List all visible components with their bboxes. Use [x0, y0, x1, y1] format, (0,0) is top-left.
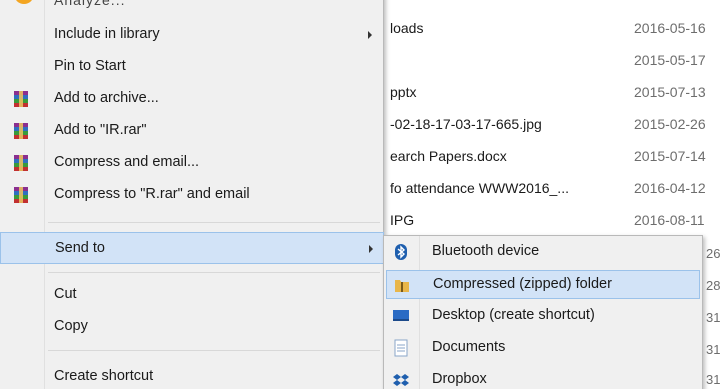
- menu-item-label: Compress to "R.rar" and email: [54, 186, 250, 202]
- file-date: 2015-02-26: [634, 116, 706, 132]
- submenu-arrow-icon: [369, 245, 373, 253]
- file-date: 2016-08-11: [634, 212, 705, 228]
- menu-item-compress-and-email[interactable]: Compress and email...: [0, 148, 384, 178]
- menu-item-label: Cut: [54, 286, 77, 302]
- file-date-partial: 28: [706, 278, 721, 293]
- file-row[interactable]: -02-18-17-03-17-665.jpg 2015-02-26: [384, 112, 726, 138]
- menu-item-label: Analyze...: [54, 0, 126, 8]
- submenu-item-dropbox[interactable]: Dropbox: [386, 366, 700, 389]
- menu-item-copy[interactable]: Copy: [0, 312, 384, 342]
- menu-item-label: Add to archive...: [54, 90, 159, 106]
- file-name: -02-18-17-03-17-665.jpg: [390, 116, 542, 132]
- file-name: earch Papers.docx: [390, 148, 507, 164]
- menu-item-include-in-library[interactable]: Include in library: [0, 20, 384, 50]
- menu-item-create-shortcut[interactable]: Create shortcut: [0, 362, 384, 389]
- menu-item-label: Copy: [54, 318, 88, 334]
- context-menu: Analyze... Include in library Pin to Sta…: [0, 0, 384, 389]
- submenu-item-label: Desktop (create shortcut): [432, 307, 595, 323]
- file-name: pptx: [390, 84, 417, 100]
- submenu-arrow-icon: [368, 31, 372, 39]
- menu-separator: [48, 272, 380, 273]
- submenu-item-label: Dropbox: [432, 371, 487, 387]
- winrar-icon: [14, 187, 28, 203]
- menu-item-label: Include in library: [54, 26, 160, 42]
- winrar-icon: [14, 91, 28, 107]
- file-date: 2015-07-13: [634, 84, 706, 100]
- file-date-partial: 31: [706, 372, 721, 387]
- menu-item-label: Pin to Start: [54, 58, 126, 74]
- submenu-item-label: Bluetooth device: [432, 243, 540, 259]
- zip-folder-icon: [395, 280, 409, 292]
- send-to-submenu: Bluetooth device Compressed (zipped) fol…: [383, 235, 703, 389]
- menu-item-label: Add to "IR.rar": [54, 122, 147, 138]
- file-date: 2015-07-14: [634, 148, 706, 164]
- submenu-item-label: Documents: [432, 339, 506, 355]
- file-row[interactable]: earch Papers.docx 2015-07-14: [384, 144, 726, 170]
- submenu-item-documents[interactable]: Documents: [386, 334, 700, 363]
- menu-item-add-to-rar[interactable]: Add to "IR.rar": [0, 116, 384, 146]
- file-name: loads: [390, 20, 424, 36]
- documents-icon: [394, 339, 408, 357]
- scan-icon: [14, 0, 34, 4]
- menu-item-label: Create shortcut: [54, 368, 154, 384]
- menu-item-pin-to-start[interactable]: Pin to Start: [0, 52, 384, 82]
- submenu-item-compressed-folder[interactable]: Compressed (zipped) folder: [386, 270, 700, 299]
- winrar-icon: [14, 123, 28, 139]
- menu-item-cut[interactable]: Cut: [0, 280, 384, 310]
- dropbox-icon: [393, 374, 409, 386]
- file-name: fo attendance WWW2016_...: [390, 180, 569, 196]
- submenu-item-label: Compressed (zipped) folder: [433, 276, 612, 292]
- menu-item-label: Compress and email...: [54, 154, 200, 170]
- menu-item-add-to-archive[interactable]: Add to archive...: [0, 84, 384, 114]
- submenu-item-bluetooth[interactable]: Bluetooth device: [386, 238, 700, 267]
- menu-separator: [48, 222, 380, 223]
- file-date-partial: 31: [706, 342, 721, 357]
- submenu-item-desktop[interactable]: Desktop (create shortcut): [386, 302, 700, 331]
- winrar-icon: [14, 155, 28, 171]
- file-row[interactable]: pptx 2015-07-13: [384, 80, 726, 106]
- file-row[interactable]: fo attendance WWW2016_... 2016-04-12: [384, 176, 726, 202]
- file-date: 2015-05-17: [634, 52, 706, 68]
- file-row[interactable]: IPG 2016-08-11: [384, 208, 726, 234]
- file-date: 2016-04-12: [634, 180, 706, 196]
- file-date-partial: 26: [706, 246, 721, 261]
- file-name: IPG: [390, 212, 415, 228]
- menu-item-label: Send to: [55, 240, 105, 256]
- bluetooth-icon: [395, 244, 407, 260]
- file-row[interactable]: 2015-05-17: [384, 48, 726, 74]
- menu-item-analyze[interactable]: Analyze...: [0, 0, 384, 8]
- menu-item-compress-to-rar-and-email[interactable]: Compress to "R.rar" and email: [0, 180, 384, 210]
- file-row[interactable]: loads 2016-05-16: [384, 16, 726, 42]
- desktop-icon: [393, 310, 409, 321]
- menu-item-send-to[interactable]: Send to: [0, 232, 384, 264]
- menu-separator: [48, 350, 380, 351]
- file-date-partial: 31: [706, 310, 721, 325]
- file-date: 2016-05-16: [634, 20, 706, 36]
